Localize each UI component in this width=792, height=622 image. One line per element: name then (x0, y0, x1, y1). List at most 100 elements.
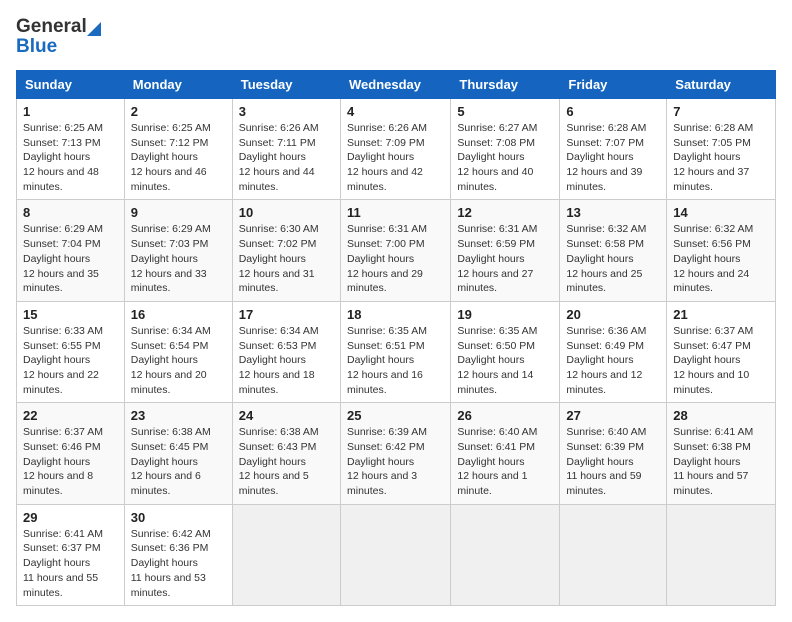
table-row (232, 504, 340, 605)
day-info: Sunrise: 6:34 AM Sunset: 6:53 PM Dayligh… (239, 324, 334, 397)
table-row: 21 Sunrise: 6:37 AM Sunset: 6:47 PM Dayl… (667, 301, 776, 402)
day-number: 16 (131, 307, 226, 322)
calendar-header-row: Sunday Monday Tuesday Wednesday Thursday… (17, 71, 776, 99)
col-monday: Monday (124, 71, 232, 99)
day-number: 20 (566, 307, 660, 322)
day-info: Sunrise: 6:36 AM Sunset: 6:49 PM Dayligh… (566, 324, 660, 397)
table-row: 16 Sunrise: 6:34 AM Sunset: 6:54 PM Dayl… (124, 301, 232, 402)
day-info: Sunrise: 6:38 AM Sunset: 6:45 PM Dayligh… (131, 425, 226, 498)
table-row: 5 Sunrise: 6:27 AM Sunset: 7:08 PM Dayli… (451, 99, 560, 200)
day-info: Sunrise: 6:35 AM Sunset: 6:50 PM Dayligh… (457, 324, 553, 397)
table-row: 12 Sunrise: 6:31 AM Sunset: 6:59 PM Dayl… (451, 200, 560, 301)
table-row: 28 Sunrise: 6:41 AM Sunset: 6:38 PM Dayl… (667, 403, 776, 504)
logo: General Blue (16, 16, 101, 58)
day-info: Sunrise: 6:41 AM Sunset: 6:37 PM Dayligh… (23, 527, 118, 600)
col-tuesday: Tuesday (232, 71, 340, 99)
day-info: Sunrise: 6:28 AM Sunset: 7:05 PM Dayligh… (673, 121, 769, 194)
day-number: 22 (23, 408, 118, 423)
table-row: 14 Sunrise: 6:32 AM Sunset: 6:56 PM Dayl… (667, 200, 776, 301)
day-info: Sunrise: 6:25 AM Sunset: 7:12 PM Dayligh… (131, 121, 226, 194)
day-info: Sunrise: 6:31 AM Sunset: 7:00 PM Dayligh… (347, 222, 444, 295)
table-row (340, 504, 450, 605)
table-row: 4 Sunrise: 6:26 AM Sunset: 7:09 PM Dayli… (340, 99, 450, 200)
day-number: 12 (457, 205, 553, 220)
table-row (560, 504, 667, 605)
day-info: Sunrise: 6:40 AM Sunset: 6:39 PM Dayligh… (566, 425, 660, 498)
day-number: 2 (131, 104, 226, 119)
day-number: 30 (131, 510, 226, 525)
day-info: Sunrise: 6:32 AM Sunset: 6:56 PM Dayligh… (673, 222, 769, 295)
day-info: Sunrise: 6:26 AM Sunset: 7:09 PM Dayligh… (347, 121, 444, 194)
day-info: Sunrise: 6:27 AM Sunset: 7:08 PM Dayligh… (457, 121, 553, 194)
day-info: Sunrise: 6:33 AM Sunset: 6:55 PM Dayligh… (23, 324, 118, 397)
logo-general-text: General (16, 16, 87, 38)
day-number: 10 (239, 205, 334, 220)
day-number: 5 (457, 104, 553, 119)
day-info: Sunrise: 6:38 AM Sunset: 6:43 PM Dayligh… (239, 425, 334, 498)
table-row: 18 Sunrise: 6:35 AM Sunset: 6:51 PM Dayl… (340, 301, 450, 402)
table-row: 15 Sunrise: 6:33 AM Sunset: 6:55 PM Dayl… (17, 301, 125, 402)
day-info: Sunrise: 6:37 AM Sunset: 6:47 PM Dayligh… (673, 324, 769, 397)
day-info: Sunrise: 6:25 AM Sunset: 7:13 PM Dayligh… (23, 121, 118, 194)
day-info: Sunrise: 6:30 AM Sunset: 7:02 PM Dayligh… (239, 222, 334, 295)
day-number: 11 (347, 205, 444, 220)
day-number: 6 (566, 104, 660, 119)
day-number: 25 (347, 408, 444, 423)
table-row (667, 504, 776, 605)
day-number: 9 (131, 205, 226, 220)
day-number: 7 (673, 104, 769, 119)
table-row: 13 Sunrise: 6:32 AM Sunset: 6:58 PM Dayl… (560, 200, 667, 301)
day-info: Sunrise: 6:28 AM Sunset: 7:07 PM Dayligh… (566, 121, 660, 194)
table-row: 20 Sunrise: 6:36 AM Sunset: 6:49 PM Dayl… (560, 301, 667, 402)
day-number: 17 (239, 307, 334, 322)
table-row: 2 Sunrise: 6:25 AM Sunset: 7:12 PM Dayli… (124, 99, 232, 200)
table-row: 26 Sunrise: 6:40 AM Sunset: 6:41 PM Dayl… (451, 403, 560, 504)
table-row: 24 Sunrise: 6:38 AM Sunset: 6:43 PM Dayl… (232, 403, 340, 504)
day-number: 28 (673, 408, 769, 423)
table-row: 8 Sunrise: 6:29 AM Sunset: 7:04 PM Dayli… (17, 200, 125, 301)
col-saturday: Saturday (667, 71, 776, 99)
table-row: 22 Sunrise: 6:37 AM Sunset: 6:46 PM Dayl… (17, 403, 125, 504)
logo-blue-text: Blue (16, 36, 57, 57)
table-row: 27 Sunrise: 6:40 AM Sunset: 6:39 PM Dayl… (560, 403, 667, 504)
day-number: 26 (457, 408, 553, 423)
day-number: 13 (566, 205, 660, 220)
day-number: 4 (347, 104, 444, 119)
day-info: Sunrise: 6:26 AM Sunset: 7:11 PM Dayligh… (239, 121, 334, 194)
logo-triangle-icon (87, 22, 101, 36)
day-info: Sunrise: 6:29 AM Sunset: 7:04 PM Dayligh… (23, 222, 118, 295)
table-row: 9 Sunrise: 6:29 AM Sunset: 7:03 PM Dayli… (124, 200, 232, 301)
day-number: 24 (239, 408, 334, 423)
day-number: 8 (23, 205, 118, 220)
calendar: Sunday Monday Tuesday Wednesday Thursday… (16, 70, 776, 606)
day-number: 29 (23, 510, 118, 525)
table-row: 23 Sunrise: 6:38 AM Sunset: 6:45 PM Dayl… (124, 403, 232, 504)
table-row: 30 Sunrise: 6:42 AM Sunset: 6:36 PM Dayl… (124, 504, 232, 605)
day-number: 15 (23, 307, 118, 322)
day-info: Sunrise: 6:35 AM Sunset: 6:51 PM Dayligh… (347, 324, 444, 397)
table-row: 10 Sunrise: 6:30 AM Sunset: 7:02 PM Dayl… (232, 200, 340, 301)
day-number: 14 (673, 205, 769, 220)
table-row: 17 Sunrise: 6:34 AM Sunset: 6:53 PM Dayl… (232, 301, 340, 402)
day-number: 18 (347, 307, 444, 322)
day-info: Sunrise: 6:29 AM Sunset: 7:03 PM Dayligh… (131, 222, 226, 295)
day-number: 1 (23, 104, 118, 119)
day-number: 19 (457, 307, 553, 322)
day-number: 21 (673, 307, 769, 322)
col-wednesday: Wednesday (340, 71, 450, 99)
day-number: 27 (566, 408, 660, 423)
table-row: 3 Sunrise: 6:26 AM Sunset: 7:11 PM Dayli… (232, 99, 340, 200)
day-info: Sunrise: 6:40 AM Sunset: 6:41 PM Dayligh… (457, 425, 553, 498)
day-info: Sunrise: 6:37 AM Sunset: 6:46 PM Dayligh… (23, 425, 118, 498)
table-row: 11 Sunrise: 6:31 AM Sunset: 7:00 PM Dayl… (340, 200, 450, 301)
table-row: 6 Sunrise: 6:28 AM Sunset: 7:07 PM Dayli… (560, 99, 667, 200)
day-info: Sunrise: 6:42 AM Sunset: 6:36 PM Dayligh… (131, 527, 226, 600)
col-friday: Friday (560, 71, 667, 99)
table-row: 7 Sunrise: 6:28 AM Sunset: 7:05 PM Dayli… (667, 99, 776, 200)
day-info: Sunrise: 6:32 AM Sunset: 6:58 PM Dayligh… (566, 222, 660, 295)
day-info: Sunrise: 6:39 AM Sunset: 6:42 PM Dayligh… (347, 425, 444, 498)
table-row: 19 Sunrise: 6:35 AM Sunset: 6:50 PM Dayl… (451, 301, 560, 402)
day-info: Sunrise: 6:34 AM Sunset: 6:54 PM Dayligh… (131, 324, 226, 397)
table-row (451, 504, 560, 605)
day-number: 3 (239, 104, 334, 119)
